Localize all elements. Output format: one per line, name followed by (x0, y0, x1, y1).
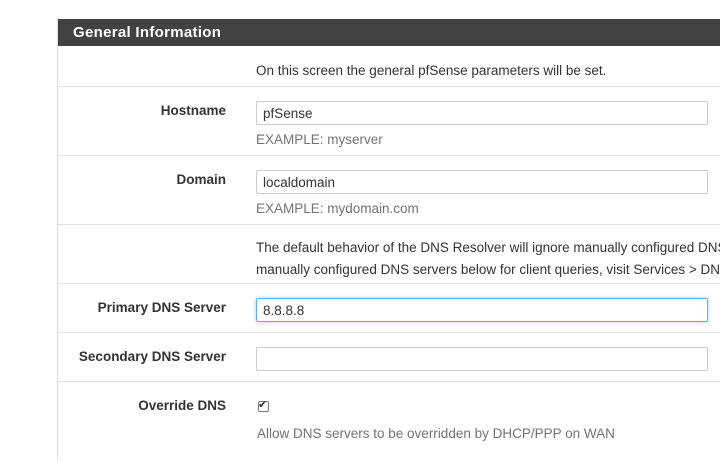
domain-help: EXAMPLE: mydomain.com (256, 201, 419, 216)
domain-label: Domain (176, 172, 226, 187)
dns-note-line-2: manually configured DNS servers below fo… (256, 262, 720, 277)
override-dns-checkbox[interactable]: ✔ (258, 399, 269, 412)
primary-dns-row: Primary DNS Server (58, 284, 720, 333)
override-dns-value: ✔ Allow DNS servers to be overridden by … (256, 399, 720, 441)
override-dns-help: Allow DNS servers to be overridden by DH… (257, 426, 615, 441)
hostname-help: EXAMPLE: myserver (256, 132, 383, 147)
dns-note-row: The default behavior of the DNS Resolver… (58, 225, 720, 284)
dns-note: The default behavior of the DNS Resolver… (256, 237, 720, 281)
hostname-label: Hostname (160, 103, 226, 118)
domain-input[interactable] (256, 170, 708, 194)
primary-dns-value (256, 298, 720, 322)
override-dns-row: Override DNS ✔ Allow DNS servers to be o… (58, 382, 720, 462)
hostname-value: EXAMPLE: myserver (256, 101, 720, 147)
secondary-dns-row: Secondary DNS Server (58, 333, 720, 382)
panel-title: General Information (58, 19, 720, 46)
hostname-input[interactable] (256, 101, 708, 125)
domain-value: EXAMPLE: mydomain.com (256, 170, 720, 216)
checkmark-icon: ✔ (258, 399, 268, 411)
hostname-row: Hostname EXAMPLE: myserver (58, 87, 720, 156)
secondary-dns-input[interactable] (256, 347, 708, 371)
override-dns-label: Override DNS (138, 398, 226, 413)
primary-dns-label: Primary DNS Server (97, 300, 226, 315)
intro-text: On this screen the general pfSense param… (256, 63, 607, 78)
secondary-dns-label: Secondary DNS Server (78, 349, 226, 364)
dns-note-line-1: The default behavior of the DNS Resolver… (256, 240, 720, 255)
general-information-panel: General Information On this screen the g… (57, 19, 720, 459)
primary-dns-input[interactable] (256, 298, 708, 322)
secondary-dns-value (256, 347, 720, 371)
intro-row: On this screen the general pfSense param… (58, 46, 720, 87)
domain-row: Domain EXAMPLE: mydomain.com (58, 156, 720, 225)
